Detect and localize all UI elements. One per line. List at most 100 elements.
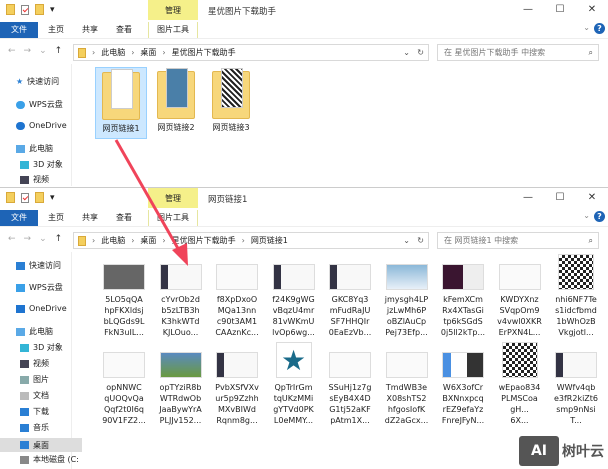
nav-3d-objects[interactable]: 3D 对象 bbox=[20, 159, 63, 170]
tab-share[interactable]: 共享 bbox=[82, 210, 98, 226]
file-item[interactable]: WWfv4qb e3fR2kiZt6 smp9nNsi T... bbox=[548, 342, 604, 426]
file-item[interactable]: 5LO5qQA hpFKXldsj bLQGds9L FkN3uIL... bbox=[96, 254, 152, 338]
file-item[interactable]: wEpao834 PLMSCoa gH... 6X... bbox=[492, 342, 548, 426]
customize-dropdown-icon[interactable]: ▾ bbox=[50, 193, 55, 203]
tab-home[interactable]: 主页 bbox=[48, 22, 64, 38]
file-item[interactable]: cYvrOb2d b5zLTB3h K3hkWTd KJLOuo... bbox=[153, 254, 209, 338]
nav-quick-access[interactable]: 快速访问 bbox=[16, 260, 61, 271]
nav-this-pc[interactable]: 此电脑 bbox=[16, 143, 53, 154]
refresh-icon[interactable]: ↻ bbox=[417, 48, 424, 57]
file-item[interactable]: KWDYXnz SVqpOm9 v4vwl0XKR ErPXN4L... bbox=[492, 254, 548, 338]
nav-onedrive[interactable]: OneDrive bbox=[16, 121, 67, 130]
tab-view[interactable]: 查看 bbox=[116, 22, 132, 38]
nav-downloads[interactable]: 下载 bbox=[20, 406, 49, 417]
manage-tab[interactable]: 管理 bbox=[148, 0, 198, 20]
nav-pictures[interactable]: 图片 bbox=[20, 374, 49, 385]
file-item[interactable]: ★ QpTrIrGm tqUKzMMi gYTVd0PK L0eMMY... bbox=[266, 342, 322, 426]
refresh-icon[interactable]: ↻ bbox=[417, 236, 424, 245]
properties-icon[interactable] bbox=[21, 192, 29, 203]
nav-local-disk[interactable]: 本地磁盘 (C: bbox=[20, 454, 79, 465]
file-name-line: 81vWKmU bbox=[272, 317, 315, 326]
nav-label: WPS云盘 bbox=[29, 283, 63, 292]
nav-label: OneDrive bbox=[29, 304, 67, 313]
address-bar[interactable]: › 此电脑 › 桌面 › 星优图片下载助手 ⌄ ↻ bbox=[73, 44, 429, 61]
file-item[interactable]: f24K9gWG vBqzU4mr 81vWKmU lvOp6wg... bbox=[266, 254, 322, 338]
address-bar[interactable]: › 此电脑 › 桌面 › 星优图片下载助手 › 网页链接1 ⌄ ↻ bbox=[73, 232, 429, 249]
properties-icon[interactable] bbox=[21, 4, 29, 15]
breadcrumb-item[interactable]: 网页链接1 bbox=[251, 235, 288, 246]
file-item[interactable]: W6X3ofCr BXNnxpcq rEZ9efaYz FnreJFyN... bbox=[435, 342, 491, 426]
folder-item[interactable]: 网页链接1 bbox=[95, 67, 147, 139]
file-item[interactable]: opTYziR8b WTRdwOb JaaBywYrA PLJJv152... bbox=[153, 342, 209, 426]
customize-dropdown-icon[interactable]: ▾ bbox=[50, 5, 55, 15]
file-item[interactable]: PvbXSfVXv ur5p9Zzhh MXvBIWd Rqnm8g... bbox=[209, 342, 265, 426]
breadcrumb-item[interactable]: 星优图片下载助手 bbox=[172, 235, 236, 246]
address-dropdown-icon[interactable]: ⌄ bbox=[403, 236, 410, 245]
nav-desktop[interactable]: 桌面 bbox=[0, 438, 82, 452]
file-item[interactable]: TmdWB3e X08shTS2 hfgosIofK dZ2aGcx... bbox=[379, 342, 435, 426]
recent-dropdown[interactable]: ⌄ bbox=[39, 234, 47, 244]
file-item[interactable]: jmysgh4LP jzLwMh6P oBZlAuCp Pej73Efp... bbox=[379, 254, 435, 338]
nav-onedrive[interactable]: OneDrive bbox=[16, 304, 67, 313]
nav-music[interactable]: 音乐 bbox=[20, 422, 49, 433]
file-item[interactable]: opNNWC qUOQvQa Qqf2t0I6q 90V1FZ2... bbox=[96, 342, 152, 426]
search-input[interactable]: 在 星优图片下载助手 中搜索 ⌕ bbox=[437, 44, 599, 61]
help-icon[interactable]: ? bbox=[594, 211, 605, 222]
star-icon bbox=[16, 261, 25, 270]
new-folder-icon[interactable] bbox=[35, 192, 44, 203]
file-name-line: X08shTS2 bbox=[386, 394, 427, 403]
folder-item[interactable]: 网页链接2 bbox=[150, 67, 202, 139]
breadcrumb-item[interactable]: 此电脑 bbox=[101, 47, 125, 58]
up-button[interactable]: ↑ bbox=[55, 46, 63, 56]
file-name-line: hpFKXldsj bbox=[104, 306, 144, 315]
document-icon bbox=[20, 391, 29, 400]
manage-tab[interactable]: 管理 bbox=[148, 188, 198, 208]
breadcrumb-item[interactable]: 此电脑 bbox=[101, 235, 125, 246]
tab-file[interactable]: 文件 bbox=[0, 210, 38, 226]
breadcrumb-item[interactable]: 桌面 bbox=[140, 47, 156, 58]
recent-dropdown[interactable]: ⌄ bbox=[39, 46, 47, 56]
nav-wps-cloud[interactable]: WPS云盘 bbox=[16, 282, 63, 293]
back-button[interactable]: ← bbox=[8, 234, 16, 244]
new-folder-icon[interactable] bbox=[35, 4, 44, 15]
breadcrumb-item[interactable]: 星优图片下载助手 bbox=[172, 47, 236, 58]
tab-file[interactable]: 文件 bbox=[0, 22, 38, 38]
back-button[interactable]: ← bbox=[8, 46, 16, 56]
file-item[interactable]: f8XpDxoO MQa13nn c90t3AM1 CAAznKc... bbox=[209, 254, 265, 338]
minimize-button[interactable]: — bbox=[512, 0, 544, 20]
tab-view[interactable]: 查看 bbox=[116, 210, 132, 226]
address-dropdown-icon[interactable]: ⌄ bbox=[403, 48, 410, 57]
minimize-button[interactable]: — bbox=[512, 188, 544, 208]
tab-picture-tools[interactable]: 图片工具 bbox=[148, 210, 198, 226]
image-thumbnail bbox=[555, 352, 597, 378]
help-icon[interactable]: ? bbox=[594, 23, 605, 34]
forward-button[interactable]: → bbox=[24, 234, 32, 244]
file-item[interactable]: GKC8Yq3 mFudRaJU SF7HHQIr 0EaEzVb... bbox=[322, 254, 378, 338]
tab-share[interactable]: 共享 bbox=[82, 22, 98, 38]
tab-home[interactable]: 主页 bbox=[48, 210, 64, 226]
file-item[interactable]: nhi6NF7Te s1idcfbmd 1bWhOzB Vkgjotl... bbox=[548, 254, 604, 338]
nav-videos[interactable]: 视频 bbox=[20, 174, 49, 185]
nav-documents[interactable]: 文档 bbox=[20, 390, 49, 401]
expand-ribbon-icon[interactable]: ⌄ bbox=[583, 23, 590, 32]
nav-3d-objects[interactable]: 3D 对象 bbox=[20, 342, 63, 353]
file-item[interactable]: SSuHj1z7g sEyB4X4D G1tj52aKF pAtm1X... bbox=[322, 342, 378, 426]
maximize-button[interactable]: ☐ bbox=[544, 0, 576, 20]
close-button[interactable]: ✕ bbox=[576, 0, 608, 20]
expand-ribbon-icon[interactable]: ⌄ bbox=[583, 211, 590, 220]
tab-picture-tools[interactable]: 图片工具 bbox=[148, 22, 198, 38]
search-input[interactable]: 在 网页链接1 中搜索 ⌕ bbox=[437, 232, 599, 249]
nav-videos[interactable]: 视频 bbox=[20, 358, 49, 369]
nav-quick-access[interactable]: ★ 快速访问 bbox=[16, 76, 59, 87]
forward-button[interactable]: → bbox=[24, 46, 32, 56]
maximize-button[interactable]: ☐ bbox=[544, 188, 576, 208]
up-button[interactable]: ↑ bbox=[55, 234, 63, 244]
folder-name: 网页链接1 bbox=[102, 124, 140, 133]
folder-item[interactable]: 网页链接3 bbox=[205, 67, 257, 139]
nav-this-pc[interactable]: 此电脑 bbox=[16, 326, 53, 337]
nav-wps-cloud[interactable]: WPS云盘 bbox=[16, 99, 63, 110]
video-icon bbox=[20, 359, 29, 368]
breadcrumb-item[interactable]: 桌面 bbox=[140, 235, 156, 246]
file-item[interactable]: kFemXCm Rx4XTasGi tp6kSGdS 0j5ll2kTp... bbox=[435, 254, 491, 338]
close-button[interactable]: ✕ bbox=[576, 188, 608, 208]
